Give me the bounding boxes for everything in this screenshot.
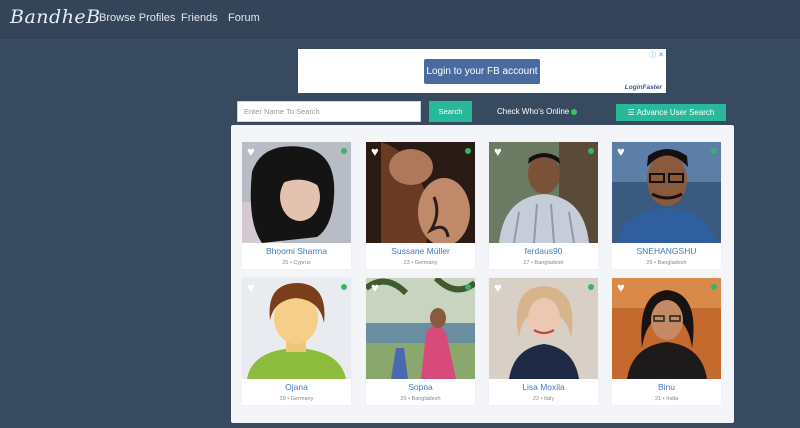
- profile-card[interactable]: ♥ Sopna 20 • Bangladesh: [366, 278, 475, 405]
- profile-photo: [612, 142, 721, 243]
- profile-meta: 23 • Germany: [403, 260, 438, 266]
- online-status-icon: [341, 148, 347, 154]
- profile-name[interactable]: Sopna: [366, 382, 475, 392]
- profile-photo: [612, 278, 721, 379]
- favorite-heart-icon[interactable]: ♥: [494, 144, 502, 159]
- online-status-icon: [465, 284, 471, 290]
- fb-login-button[interactable]: Login to your FB account: [424, 59, 540, 84]
- site-logo[interactable]: BandheB: [10, 6, 101, 28]
- check-online-link[interactable]: Check Who's Online: [497, 107, 578, 116]
- check-online-label: Check Who's Online: [497, 107, 570, 116]
- ad-close-icon[interactable]: ⓘ ✕: [649, 50, 664, 60]
- favorite-heart-icon[interactable]: ♥: [371, 144, 379, 159]
- favorite-heart-icon[interactable]: ♥: [617, 280, 625, 295]
- search-button[interactable]: Search: [429, 101, 472, 122]
- online-status-icon: [341, 284, 347, 290]
- profile-name[interactable]: Bhoomi Sharma: [242, 246, 351, 256]
- profile-name[interactable]: Sussane Müller: [366, 246, 475, 256]
- profile-card[interactable]: ♥ SNEHANGSHU 26 • Bangladesh: [612, 142, 721, 269]
- profile-meta: 20 • Bangladesh: [400, 396, 441, 402]
- profile-card[interactable]: ♥ ferdaus90 27 • Bangladesh: [489, 142, 598, 269]
- profile-photo: [242, 278, 351, 379]
- profile-name[interactable]: Ojana: [242, 382, 351, 392]
- profile-card[interactable]: ♥ Sussane Müller 23 • Germany: [366, 142, 475, 269]
- top-navbar: BandheB Browse Profiles Friends Forum: [0, 0, 800, 38]
- online-status-icon: [588, 148, 594, 154]
- profile-card[interactable]: ♥ Bhoomi Sharma 25 • Cyprus: [242, 142, 351, 269]
- advance-user-search-button[interactable]: ☰ Advance User Search: [616, 104, 726, 121]
- ad-banner: ⓘ ✕ Login to your FB account LoginFaster: [298, 49, 666, 93]
- profile-photo: [366, 142, 475, 243]
- profile-card[interactable]: ♥ Ojana 39 • Germany: [242, 278, 351, 405]
- online-dot-icon: [571, 108, 578, 115]
- profile-photo: [242, 142, 351, 243]
- profile-meta: 26 • Bangladesh: [646, 260, 687, 266]
- online-status-icon: [588, 284, 594, 290]
- profile-card[interactable]: ♥ Binu 21 • India: [612, 278, 721, 405]
- ad-brand-label: LoginFaster: [624, 84, 662, 91]
- profile-name[interactable]: SNEHANGSHU: [612, 246, 721, 256]
- profile-meta: 22 • Italy: [532, 396, 555, 402]
- profile-name[interactable]: Lisa Moxila: [489, 382, 598, 392]
- online-status-icon: [465, 148, 471, 154]
- profile-meta: 39 • Germany: [279, 396, 314, 402]
- nav-friends[interactable]: Friends: [181, 12, 218, 24]
- sliders-icon: ☰: [627, 108, 635, 117]
- profile-meta: 21 • India: [654, 396, 679, 402]
- favorite-heart-icon[interactable]: ♥: [247, 280, 255, 295]
- profile-meta: 25 • Cyprus: [282, 260, 311, 266]
- nav-browse-profiles[interactable]: Browse Profiles: [99, 12, 175, 24]
- profile-photo: [489, 278, 598, 379]
- profile-photo: [489, 142, 598, 243]
- name-search-input[interactable]: [237, 101, 421, 122]
- favorite-heart-icon[interactable]: ♥: [617, 144, 625, 159]
- favorite-heart-icon[interactable]: ♥: [494, 280, 502, 295]
- profile-name[interactable]: Binu: [612, 382, 721, 392]
- profile-card[interactable]: ♥ Lisa Moxila 22 • Italy: [489, 278, 598, 405]
- favorite-heart-icon[interactable]: ♥: [371, 280, 379, 295]
- profiles-panel: ♥ Bhoomi Sharma 25 • Cyprus ♥ Sussane Mü…: [231, 125, 734, 423]
- online-status-icon: [711, 148, 717, 154]
- advance-user-search-label: Advance User Search: [636, 108, 715, 117]
- profile-meta: 27 • Bangladesh: [523, 260, 564, 266]
- online-status-icon: [711, 284, 717, 290]
- nav-forum[interactable]: Forum: [228, 12, 260, 24]
- profile-name[interactable]: ferdaus90: [489, 246, 598, 256]
- profile-photo: [366, 278, 475, 379]
- favorite-heart-icon[interactable]: ♥: [247, 144, 255, 159]
